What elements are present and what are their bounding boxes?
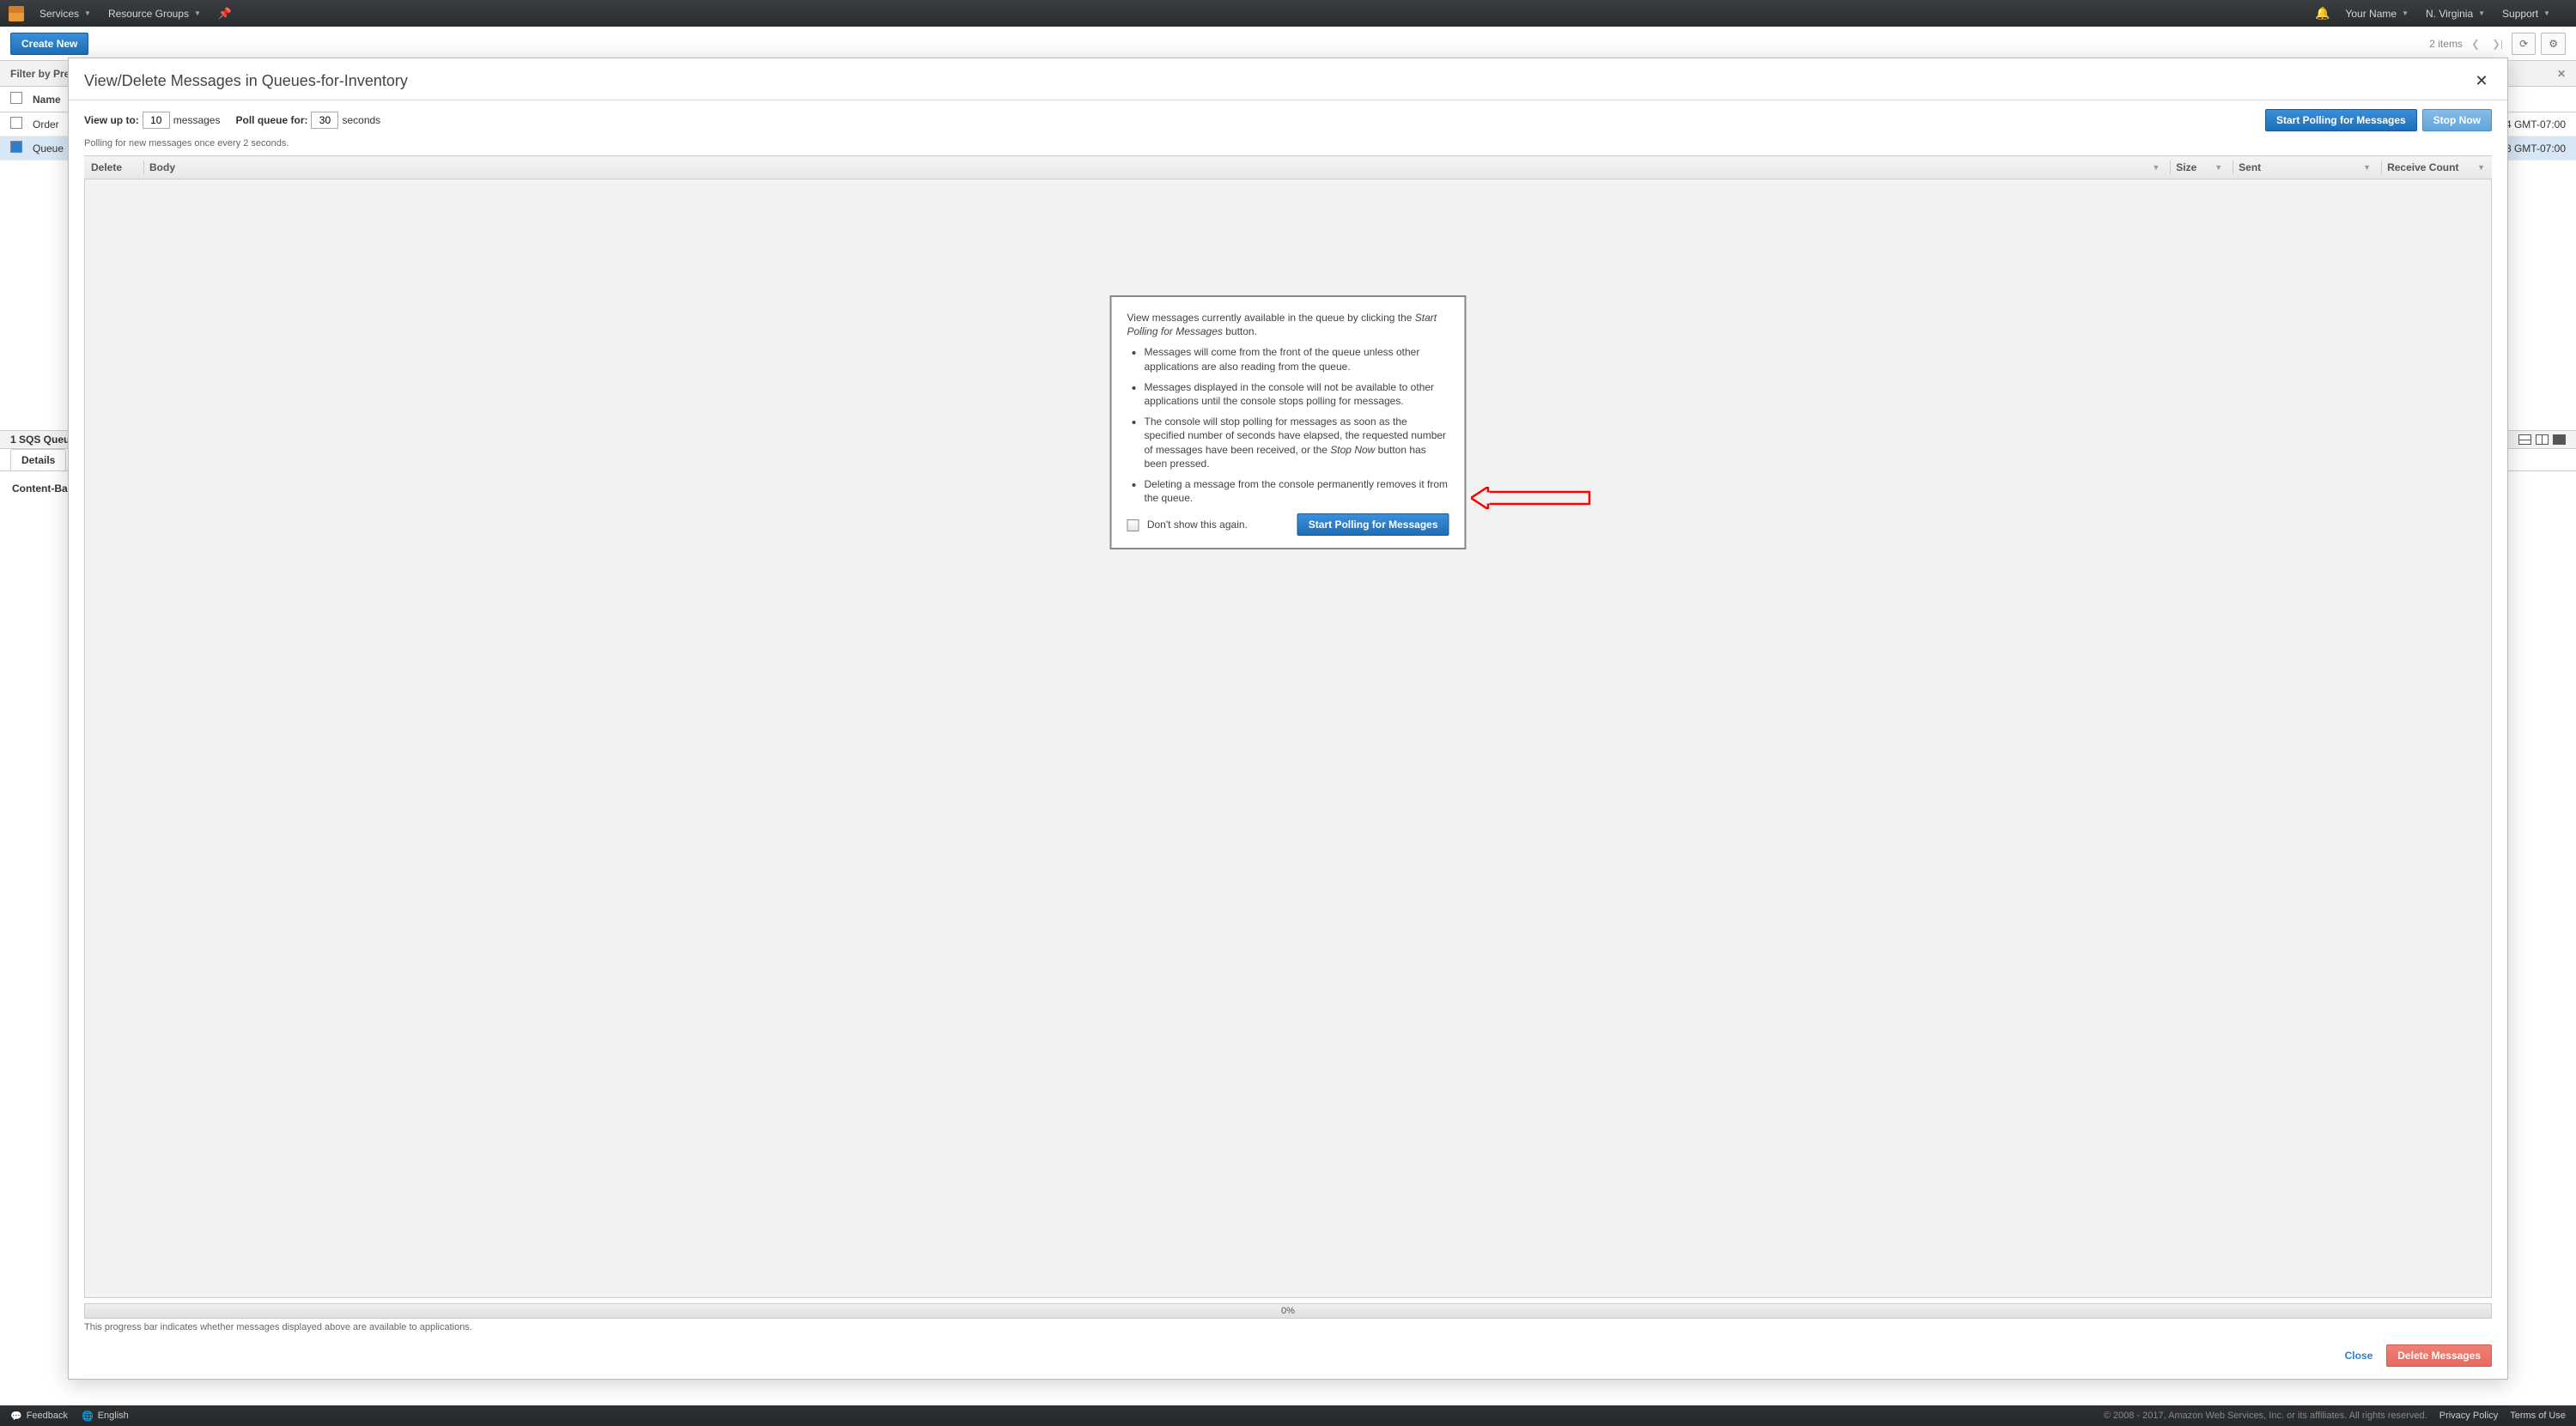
nav-region-label: N. Virginia [2426,8,2473,20]
messages-unit: messages [173,114,221,126]
nav-services-label: Services [39,8,79,20]
info-dialog: View messages currently available in the… [1110,295,1467,549]
chevron-down-icon: ▼ [194,9,201,17]
close-button[interactable]: Close [2345,1350,2373,1362]
info-bullet: Messages will come from the front of the… [1145,345,1449,373]
feedback-link[interactable]: 💬Feedback [10,1411,68,1422]
seconds-unit: seconds [342,114,380,126]
nav-resource-groups-label: Resource Groups [108,8,189,20]
nav-services[interactable]: Services ▼ [39,8,91,20]
progress-bar: 0% [84,1303,2492,1319]
view-delete-messages-modal: View/Delete Messages in Queues-for-Inven… [68,58,2508,1380]
chevron-down-icon: ▼ [2402,9,2409,17]
nav-user-label: Your Name [2345,8,2397,20]
messages-header: Delete Body ▼ Size ▼ Sent ▼ Receive Coun… [84,155,2492,179]
col-body[interactable]: Body [149,161,2152,173]
col-receive-count[interactable]: Receive Count [2387,161,2477,173]
footer: 💬Feedback 🌐English © 2008 - 2017, Amazon… [0,1405,2576,1426]
language-link[interactable]: 🌐English [82,1411,129,1422]
info-intro: View messages currently available in the… [1127,311,1449,338]
chevron-down-icon: ▼ [2543,9,2550,17]
view-up-to-label: View up to: [84,114,139,126]
progress-note: This progress bar indicates whether mess… [69,1319,2507,1332]
sort-icon[interactable]: ▼ [2152,163,2160,172]
modal-backdrop: View/Delete Messages in Queues-for-Inven… [0,27,2576,1405]
copyright-text: © 2008 - 2017, Amazon Web Services, Inc.… [2104,1411,2427,1421]
progress-pct: 0% [1281,1306,1295,1316]
nav-resource-groups[interactable]: Resource Groups ▼ [108,8,201,20]
chevron-down-icon: ▼ [84,9,91,17]
globe-icon: 🌐 [82,1411,94,1422]
sort-icon[interactable]: ▼ [2363,163,2371,172]
polling-note: Polling for new messages once every 2 se… [69,138,2507,155]
messages-body: View messages currently available in the… [84,179,2492,1298]
stop-now-button[interactable]: Stop Now [2422,109,2492,131]
poll-for-input[interactable] [311,112,338,129]
poll-for-label: Poll queue for: [235,114,307,126]
terms-link[interactable]: Terms of Use [2510,1411,2566,1421]
nav-user[interactable]: Your Name ▼ [2345,8,2409,20]
start-polling-button[interactable]: Start Polling for Messages [2265,109,2417,131]
sort-icon[interactable]: ▼ [2477,163,2485,172]
col-sent[interactable]: Sent [2239,161,2363,173]
info-bullet: Messages displayed in the console will n… [1145,380,1449,408]
privacy-link[interactable]: Privacy Policy [2439,1411,2498,1421]
info-start-polling-button[interactable]: Start Polling for Messages [1297,513,1449,536]
nav-region[interactable]: N. Virginia ▼ [2426,8,2485,20]
nav-support[interactable]: Support ▼ [2502,8,2550,20]
col-delete[interactable]: Delete [91,161,138,173]
sort-icon[interactable]: ▼ [2215,163,2222,172]
close-icon[interactable]: ✕ [2471,70,2492,91]
nav-support-label: Support [2502,8,2538,20]
dont-show-checkbox[interactable] [1127,519,1139,531]
col-size[interactable]: Size [2176,161,2215,173]
dont-show-again[interactable]: Don't show this again. [1127,518,1248,531]
speech-icon: 💬 [10,1411,22,1422]
aws-logo-icon[interactable] [9,6,24,21]
delete-messages-button[interactable]: Delete Messages [2386,1344,2492,1367]
pin-icon[interactable]: 📌 [218,7,232,21]
view-up-to-input[interactable] [143,112,170,129]
modal-title: View/Delete Messages in Queues-for-Inven… [84,72,408,90]
chevron-down-icon: ▼ [2478,9,2485,17]
annotation-arrow-icon [1471,487,1591,509]
info-bullet: Deleting a message from the console perm… [1145,477,1449,505]
bell-icon[interactable]: 🔔 [2315,6,2330,21]
top-nav: Services ▼ Resource Groups ▼ 📌 🔔 Your Na… [0,0,2576,27]
info-bullet: The console will stop polling for messag… [1145,415,1449,470]
